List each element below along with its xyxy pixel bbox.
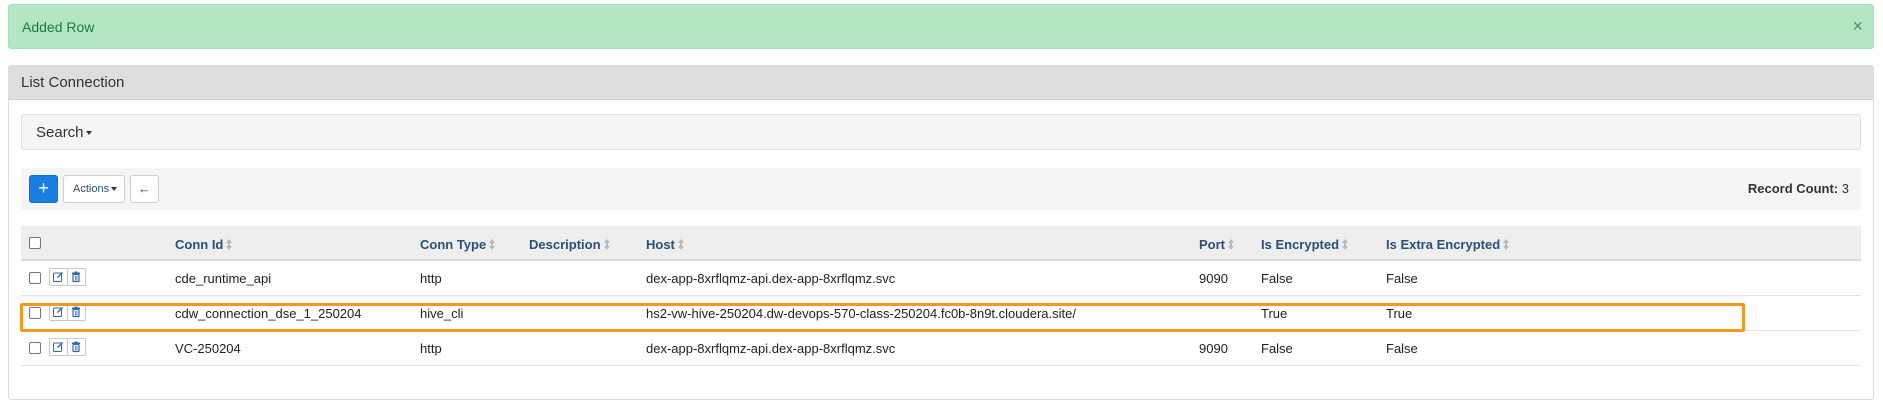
cell-conn-type: http bbox=[420, 271, 442, 286]
row-checkbox[interactable] bbox=[29, 307, 41, 319]
row-checkbox[interactable] bbox=[29, 272, 41, 284]
delete-button[interactable] bbox=[67, 338, 86, 356]
column-header-label: Description bbox=[529, 237, 601, 252]
actions-label: Actions bbox=[73, 183, 110, 195]
column-header-is-encrypted[interactable]: Is Encrypted bbox=[1261, 237, 1349, 252]
toolbar: + Actions ← Record Count: 3 bbox=[21, 168, 1861, 210]
panel-title: List Connection bbox=[9, 66, 1873, 100]
table-row: cdw_connection_dse_1_250204 hive_cli hs2… bbox=[21, 296, 1861, 331]
trash-icon bbox=[72, 306, 80, 318]
search-label: Search bbox=[36, 124, 84, 141]
cell-conn-type: hive_cli bbox=[420, 306, 464, 321]
column-header-description[interactable]: Description bbox=[529, 237, 610, 252]
row-checkbox[interactable] bbox=[29, 342, 41, 354]
edit-icon bbox=[53, 342, 63, 352]
cell-port: 9090 bbox=[1199, 341, 1228, 356]
cell-host: hs2-vw-hive-250204.dw-devops-570-class-2… bbox=[646, 306, 1076, 321]
search-bar: Search bbox=[21, 114, 1861, 150]
cell-conn-id: VC-250204 bbox=[175, 341, 241, 356]
cell-is-extra-encrypted: False bbox=[1386, 271, 1418, 286]
back-button[interactable]: ← bbox=[130, 175, 159, 203]
column-header-label: Is Extra Encrypted bbox=[1386, 237, 1501, 252]
cell-port: 9090 bbox=[1199, 271, 1228, 286]
sort-icon bbox=[1342, 239, 1349, 250]
add-button[interactable]: + bbox=[29, 175, 58, 203]
cell-conn-id: cde_runtime_api bbox=[175, 271, 272, 286]
search-toggle[interactable]: Search bbox=[36, 124, 92, 141]
sort-icon bbox=[489, 239, 496, 250]
column-header-conn-type[interactable]: Conn Type bbox=[420, 237, 496, 252]
edit-button[interactable] bbox=[49, 303, 68, 321]
trash-icon bbox=[72, 271, 80, 283]
cell-is-extra-encrypted: True bbox=[1386, 306, 1413, 321]
list-connection-panel: List Connection Search + Actions ← Recor… bbox=[8, 65, 1874, 400]
record-count-label: Record Count: bbox=[1747, 181, 1839, 196]
sort-icon bbox=[1228, 239, 1234, 250]
trash-icon bbox=[72, 341, 80, 353]
select-all-checkbox[interactable] bbox=[29, 237, 41, 249]
cell-conn-id: cdw_connection_dse_1_250204 bbox=[175, 306, 362, 321]
cell-is-extra-encrypted: False bbox=[1386, 341, 1418, 356]
caret-down-icon bbox=[111, 187, 118, 192]
column-header-label: Conn Id bbox=[175, 237, 224, 252]
cell-host: dex-app-8xrflqmz-api.dex-app-8xrflqmz.sv… bbox=[646, 271, 896, 286]
column-header-is-extra-encrypted[interactable]: Is Extra Encrypted bbox=[1386, 237, 1510, 252]
sort-icon bbox=[603, 239, 610, 250]
sort-icon bbox=[226, 239, 233, 250]
column-header-label: Host bbox=[646, 237, 675, 252]
cell-host: dex-app-8xrflqmz-api.dex-app-8xrflqmz.sv… bbox=[646, 341, 896, 356]
table-row: VC-250204 http dex-app-8xrflqmz-api.dex-… bbox=[21, 331, 1861, 366]
delete-button[interactable] bbox=[67, 303, 86, 321]
edit-button[interactable] bbox=[49, 268, 68, 286]
sort-icon bbox=[1503, 239, 1510, 250]
caret-down-icon bbox=[85, 131, 92, 136]
success-alert: Added Row × bbox=[8, 4, 1874, 49]
column-header-label: Is Encrypted bbox=[1261, 237, 1340, 252]
record-count-value: 3 bbox=[1841, 181, 1849, 196]
column-header-conn-id[interactable]: Conn Id bbox=[175, 237, 233, 252]
table-header: Conn Id Conn Type Description Host Port … bbox=[21, 226, 1861, 261]
cell-is-encrypted: True bbox=[1261, 306, 1288, 321]
cell-is-encrypted: False bbox=[1261, 341, 1293, 356]
edit-icon bbox=[53, 307, 63, 317]
actions-dropdown-button[interactable]: Actions bbox=[63, 175, 125, 203]
column-header-port[interactable]: Port bbox=[1199, 237, 1234, 252]
column-header-label: Conn Type bbox=[420, 237, 487, 252]
record-count: Record Count: 3 bbox=[1748, 181, 1849, 196]
sort-icon bbox=[677, 239, 684, 250]
delete-button[interactable] bbox=[67, 268, 86, 286]
table-row: cde_runtime_api http dex-app-8xrflqmz-ap… bbox=[21, 261, 1861, 296]
column-header-label: Port bbox=[1199, 237, 1225, 252]
edit-button[interactable] bbox=[49, 338, 68, 356]
alert-message: Added Row bbox=[22, 19, 95, 35]
close-icon[interactable]: × bbox=[1852, 17, 1863, 35]
cell-is-encrypted: False bbox=[1261, 271, 1293, 286]
edit-icon bbox=[53, 272, 63, 282]
column-header-host[interactable]: Host bbox=[646, 237, 684, 252]
cell-conn-type: http bbox=[420, 341, 442, 356]
